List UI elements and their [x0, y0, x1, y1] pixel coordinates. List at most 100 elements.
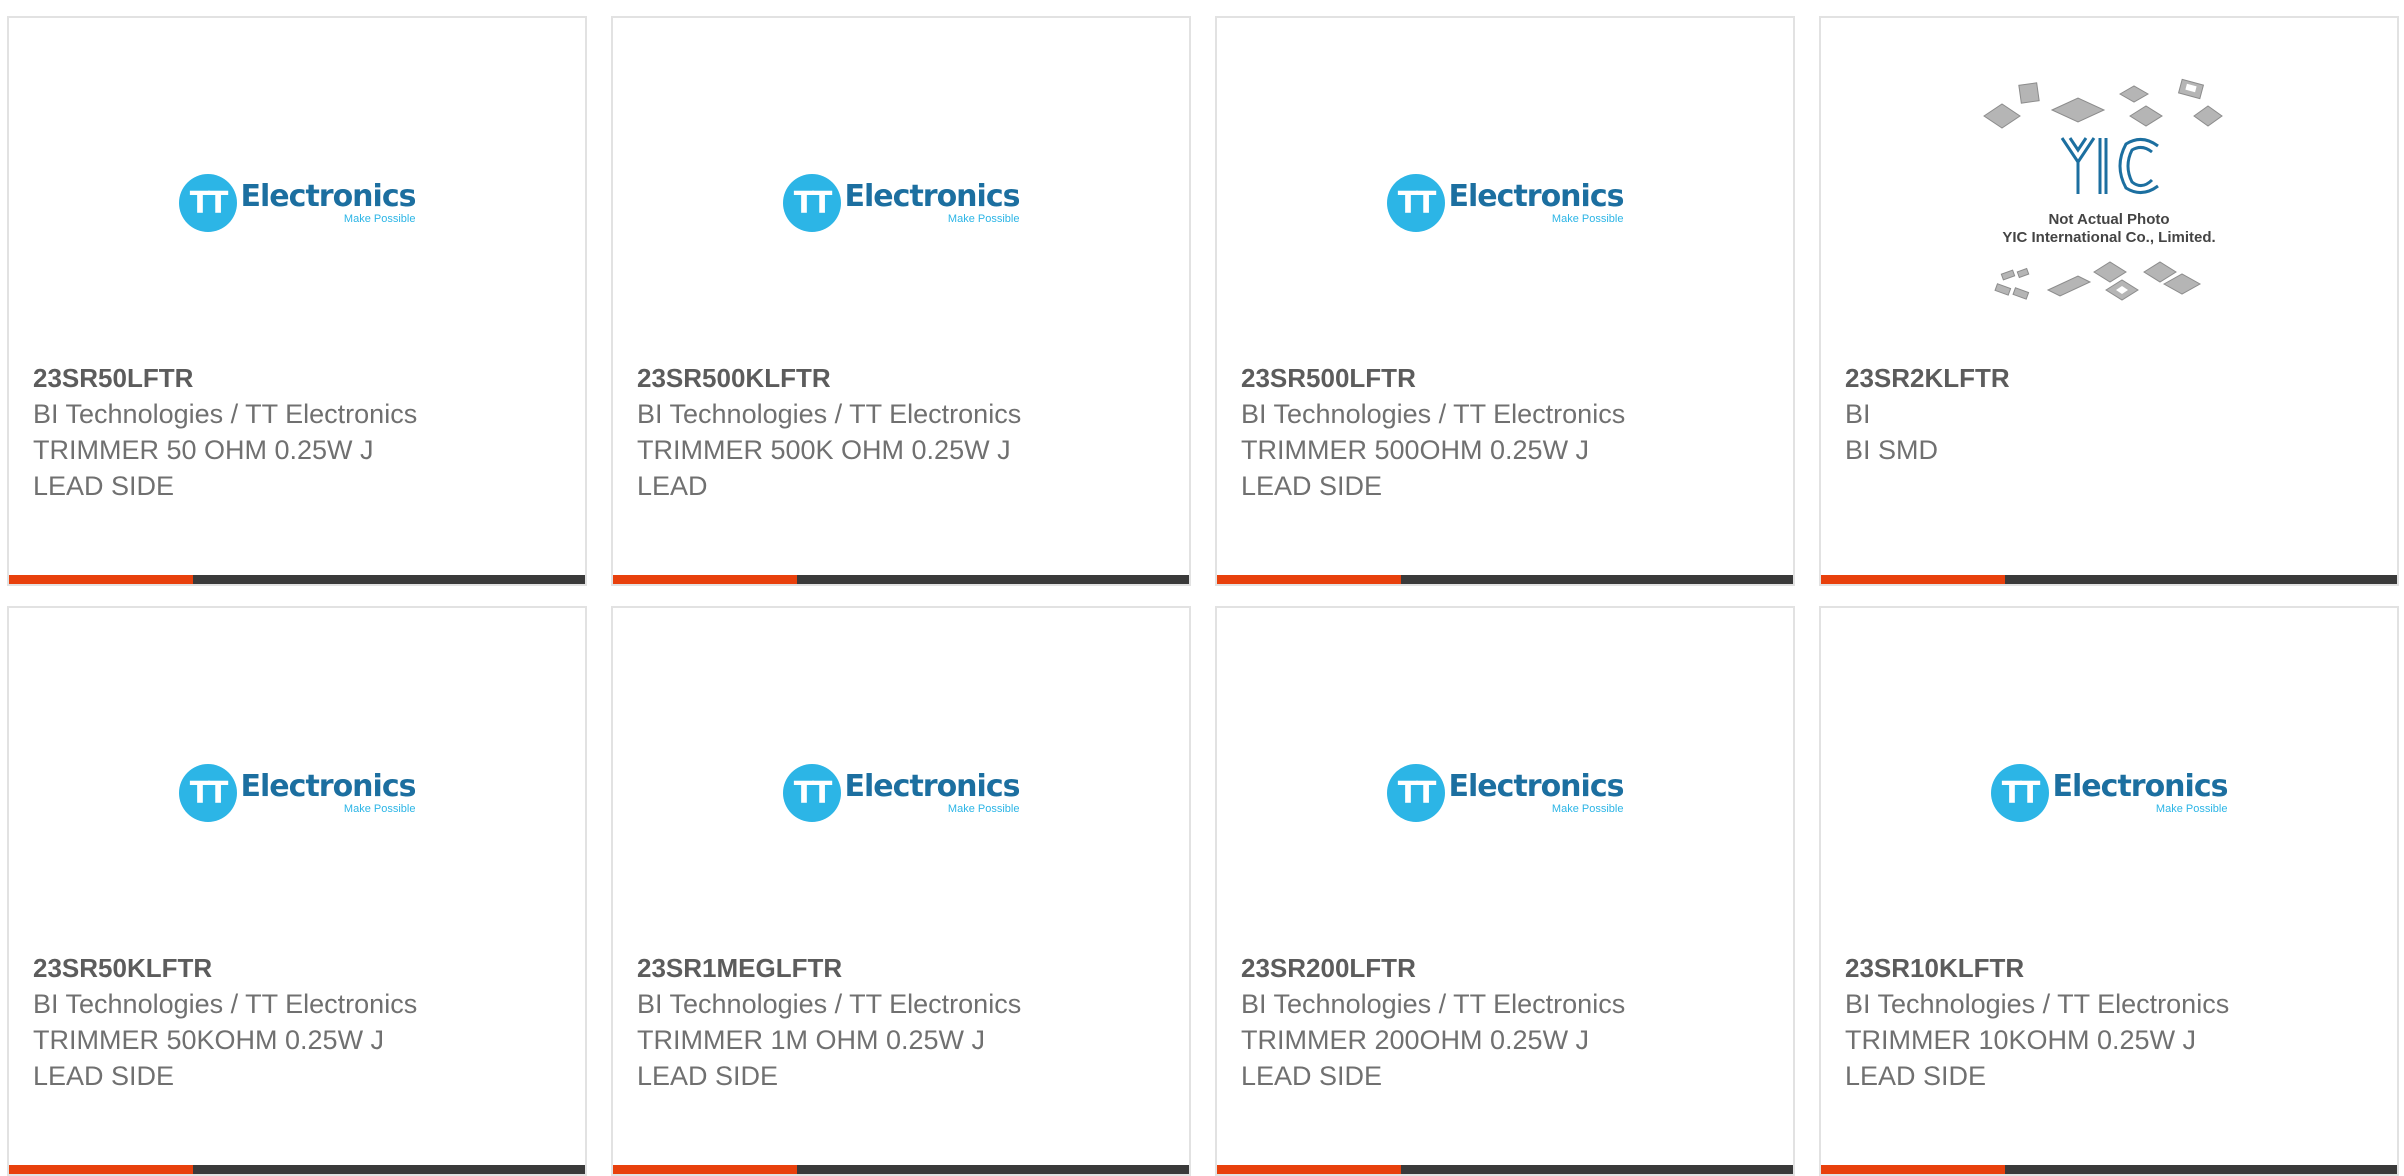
logo-tagline: Make Possible — [947, 213, 1020, 225]
part-number-link[interactable]: 23SR2KLFTR — [1845, 360, 2377, 396]
card-bottom-bar — [1821, 1165, 2397, 1174]
description-line: LEAD — [637, 471, 708, 501]
manufacturer: BI Technologies / TT Electronics — [33, 399, 418, 429]
card-accent-bar — [1821, 575, 2005, 584]
description-line: LEAD SIDE — [1845, 1061, 1987, 1091]
manufacturer: BI Technologies / TT Electronics — [33, 989, 418, 1019]
description-line: BI SMD — [1845, 435, 1939, 465]
tt-electronics-logo: TT Electronics Make Possible — [1386, 173, 1625, 233]
description-line: LEAD SIDE — [1241, 471, 1383, 501]
tt-electronics-logo: TT Electronics Make Possible — [178, 763, 417, 823]
part-number-link[interactable]: 23SR10KLFTR — [1845, 950, 2377, 986]
logo-tagline: Make Possible — [947, 803, 1020, 815]
tt-badge-icon: TT — [782, 764, 841, 822]
product-image[interactable]: TT Electronics Make Possible — [9, 608, 585, 948]
tt-badge-icon: TT — [1386, 174, 1445, 232]
product-info: 23SR50LFTR BI Technologies / TT Electron… — [33, 360, 565, 504]
part-number-link[interactable]: 23SR500LFTR — [1241, 360, 1773, 396]
product-info: 23SR500KLFTR BI Technologies / TT Electr… — [637, 360, 1169, 504]
manufacturer: BI Technologies / TT Electronics — [637, 989, 1022, 1019]
description-line: TRIMMER 10KOHM 0.25W J — [1845, 1025, 2197, 1055]
product-card[interactable]: TT Electronics Make Possible 23SR50LFTR … — [7, 16, 587, 586]
logo-tagline: Make Possible — [1551, 213, 1624, 225]
product-grid: TT Electronics Make Possible 23SR50LFTR … — [7, 16, 2400, 1176]
product-image[interactable]: TT Electronics Make Possible — [613, 18, 1189, 358]
part-number-link[interactable]: 23SR1MEGLFTR — [637, 950, 1169, 986]
tt-badge-icon: TT — [782, 174, 841, 232]
card-accent-bar — [613, 575, 797, 584]
manufacturer: BI Technologies / TT Electronics — [1241, 989, 1626, 1019]
product-card[interactable]: Not Actual Photo YIC International Co., … — [1819, 16, 2399, 586]
card-bottom-bar — [9, 575, 585, 584]
description-line: TRIMMER 500K OHM 0.25W J — [637, 435, 1011, 465]
product-card[interactable]: TT Electronics Make Possible 23SR200LFTR… — [1215, 606, 1795, 1176]
product-info: 23SR500LFTR BI Technologies / TT Electro… — [1241, 360, 1773, 504]
logo-wordmark: Electronics — [1448, 179, 1625, 214]
tt-electronics-logo: TT Electronics Make Possible — [1386, 763, 1625, 823]
yic-not-actual-photo-image: Not Actual Photo YIC International Co., … — [1974, 76, 2244, 321]
tt-electronics-logo: TT Electronics Make Possible — [782, 763, 1021, 823]
logo-wordmark: Electronics — [1448, 769, 1625, 804]
product-card[interactable]: TT Electronics Make Possible 23SR500KLFT… — [611, 16, 1191, 586]
yic-line2: YIC International Co., Limited. — [2002, 229, 2215, 246]
product-info: 23SR200LFTR BI Technologies / TT Electro… — [1241, 950, 1773, 1094]
logo-tagline: Make Possible — [1551, 803, 1624, 815]
description-line: LEAD SIDE — [33, 1061, 175, 1091]
tt-badge-icon: TT — [178, 764, 237, 822]
description-line: TRIMMER 500OHM 0.25W J — [1241, 435, 1590, 465]
tt-electronics-logo: TT Electronics Make Possible — [782, 173, 1021, 233]
tt-electronics-logo: TT Electronics Make Possible — [1990, 763, 2229, 823]
manufacturer: BI Technologies / TT Electronics — [1845, 989, 2230, 1019]
logo-wordmark: Electronics — [240, 769, 417, 804]
logo-wordmark: Electronics — [844, 769, 1021, 804]
product-info: 23SR50KLFTR BI Technologies / TT Electro… — [33, 950, 565, 1094]
part-number-link[interactable]: 23SR50KLFTR — [33, 950, 565, 986]
yic-line1: Not Actual Photo — [2048, 211, 2169, 228]
product-image[interactable]: TT Electronics Make Possible — [613, 608, 1189, 948]
product-info: 23SR10KLFTR BI Technologies / TT Electro… — [1845, 950, 2377, 1094]
product-image[interactable]: Not Actual Photo YIC International Co., … — [1821, 18, 2397, 358]
tt-electronics-logo: TT Electronics Make Possible — [178, 173, 417, 233]
card-accent-bar — [1821, 1165, 2005, 1174]
description-line: LEAD SIDE — [637, 1061, 779, 1091]
product-image[interactable]: TT Electronics Make Possible — [9, 18, 585, 358]
product-card[interactable]: TT Electronics Make Possible 23SR500LFTR… — [1215, 16, 1795, 586]
description-line: TRIMMER 50 OHM 0.25W J — [33, 435, 374, 465]
description-line: TRIMMER 200OHM 0.25W J — [1241, 1025, 1590, 1055]
part-number-link[interactable]: 23SR200LFTR — [1241, 950, 1773, 986]
card-accent-bar — [613, 1165, 797, 1174]
logo-wordmark: Electronics — [240, 179, 417, 214]
manufacturer: BI — [1845, 399, 1871, 429]
logo-tagline: Make Possible — [343, 213, 416, 225]
description-line: TRIMMER 50KOHM 0.25W J — [33, 1025, 385, 1055]
tt-badge-icon: TT — [178, 174, 237, 232]
card-bottom-bar — [1821, 575, 2397, 584]
product-info: 23SR2KLFTR BI BI SMD — [1845, 360, 2377, 468]
logo-wordmark: Electronics — [844, 179, 1021, 214]
logo-wordmark: Electronics — [2052, 769, 2229, 804]
part-number-link[interactable]: 23SR50LFTR — [33, 360, 565, 396]
card-bottom-bar — [1217, 575, 1793, 584]
product-image[interactable]: TT Electronics Make Possible — [1821, 608, 2397, 948]
card-bottom-bar — [9, 1165, 585, 1174]
card-accent-bar — [1217, 575, 1401, 584]
card-accent-bar — [1217, 1165, 1401, 1174]
manufacturer: BI Technologies / TT Electronics — [1241, 399, 1626, 429]
tt-badge-icon: TT — [1990, 764, 2049, 822]
product-card[interactable]: TT Electronics Make Possible 23SR50KLFTR… — [7, 606, 587, 1176]
card-accent-bar — [9, 575, 193, 584]
description-line: LEAD SIDE — [1241, 1061, 1383, 1091]
product-image[interactable]: TT Electronics Make Possible — [1217, 18, 1793, 358]
card-bottom-bar — [1217, 1165, 1793, 1174]
yic-placeholder-graphic: Not Actual Photo YIC International Co., … — [1983, 78, 2223, 301]
card-bottom-bar — [613, 1165, 1189, 1174]
manufacturer: BI Technologies / TT Electronics — [637, 399, 1022, 429]
product-card[interactable]: TT Electronics Make Possible 23SR10KLFTR… — [1819, 606, 2399, 1176]
part-number-link[interactable]: 23SR500KLFTR — [637, 360, 1169, 396]
description-line: LEAD SIDE — [33, 471, 175, 501]
product-image[interactable]: TT Electronics Make Possible — [1217, 608, 1793, 948]
product-info: 23SR1MEGLFTR BI Technologies / TT Electr… — [637, 950, 1169, 1094]
product-card[interactable]: TT Electronics Make Possible 23SR1MEGLFT… — [611, 606, 1191, 1176]
card-bottom-bar — [613, 575, 1189, 584]
description-line: TRIMMER 1M OHM 0.25W J — [637, 1025, 986, 1055]
